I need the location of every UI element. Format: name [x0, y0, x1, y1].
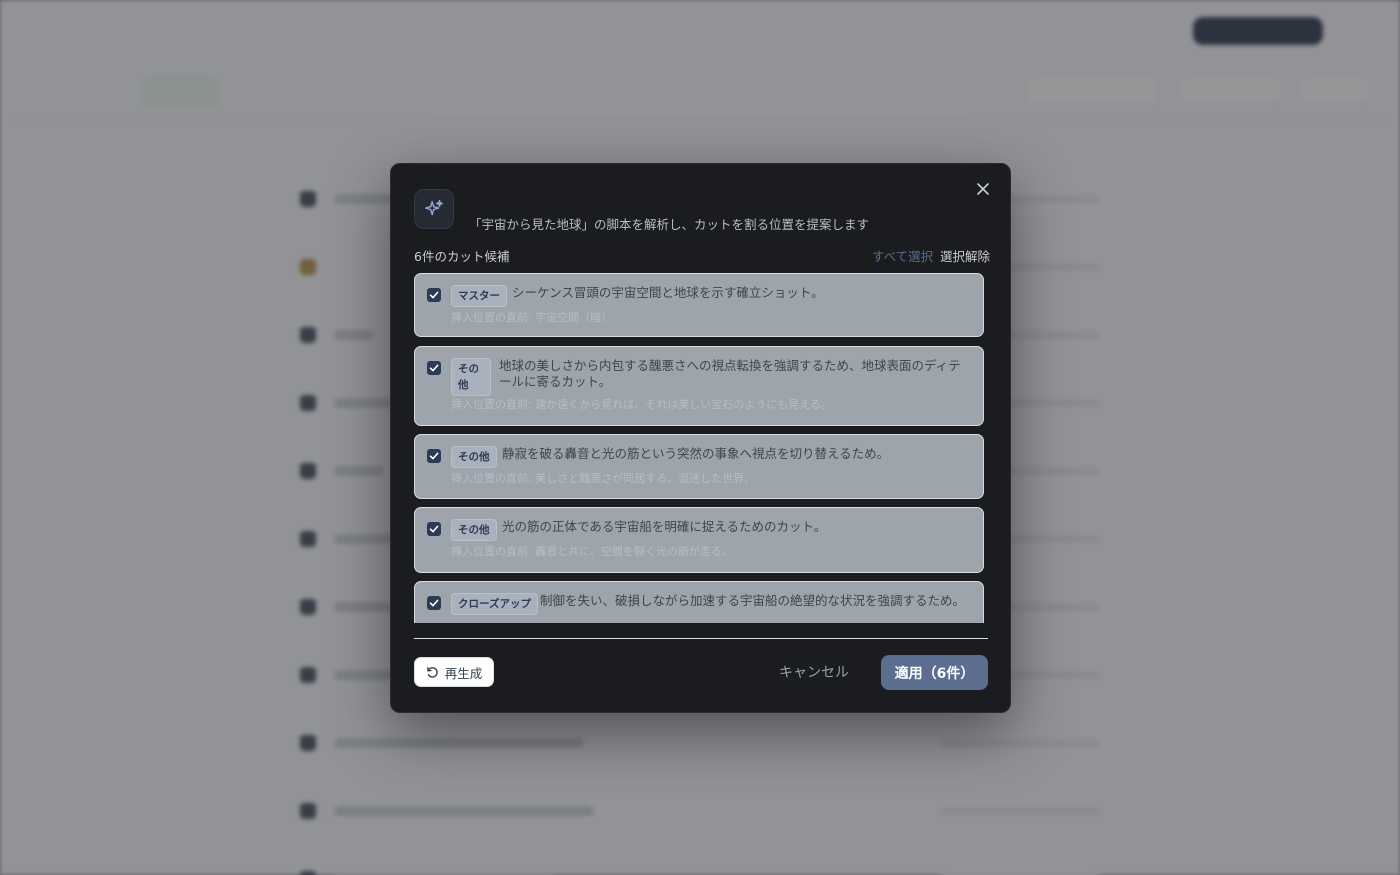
cut-type-tag: マスター — [451, 285, 507, 307]
cut-candidate-list[interactable]: マスター シーケンス冒頭の宇宙空間と地球を示す確立ショット。 挿入位置の直前: … — [414, 273, 988, 623]
candidate-checkbox[interactable] — [427, 288, 441, 302]
sparkles-icon — [414, 189, 454, 229]
cut-candidate-card[interactable]: その他 光の筋の正体である宇宙船を明確に捉えるためのカット。 挿入位置の直前: … — [414, 507, 984, 573]
select-all-link[interactable]: すべて選択 — [872, 246, 933, 265]
cut-reason: 静寂を破る轟音と光の筋という突然の事象へ視点を切り替えるため。 — [502, 446, 890, 461]
check-icon — [429, 452, 439, 460]
cut-reason: 制御を失い、破損しながら加速する宇宙船の絶望的な状況を強調するため。 — [540, 593, 966, 608]
deselect-all-link[interactable]: 選択解除 — [940, 246, 990, 265]
cut-type-tag: その他 — [451, 446, 497, 468]
insert-position: 挿入位置の直前: 遠か遠くから見れば、それは美しい宝石のようにも見える。 — [451, 398, 832, 411]
cut-suggestion-dialog: 「宇宙から見た地球」の脚本を解析し、カットを割る位置を提案します 6件のカット候… — [390, 163, 1011, 713]
check-icon — [429, 599, 439, 607]
cut-candidate-card[interactable]: マスター シーケンス冒頭の宇宙空間と地球を示す確立ショット。 挿入位置の直前: … — [414, 273, 984, 337]
close-button[interactable] — [972, 178, 994, 200]
insert-position: 挿入位置の直前: 美しさと醜悪さが同居する、混迷した世界。 — [451, 472, 756, 485]
candidate-checkbox[interactable] — [427, 522, 441, 536]
refresh-icon — [426, 666, 438, 678]
cut-type-tag: その他 — [451, 358, 491, 396]
cut-candidate-card[interactable]: クローズアップ 制御を失い、破損しながら加速する宇宙船の絶望的な状況を強調するた… — [414, 581, 984, 623]
candidate-checkbox[interactable] — [427, 361, 441, 375]
apply-button[interactable]: 適用（6件） — [881, 655, 988, 690]
check-icon — [429, 364, 439, 372]
insert-position: 挿入位置の直前: 宇宙空間（暗） — [451, 311, 613, 324]
cut-reason: シーケンス冒頭の宇宙空間と地球を示す確立ショット。 — [512, 285, 824, 300]
cut-reason: 地球の美しさから内包する醜悪さへの視点転換を強調するため、地球表面のディテールに… — [499, 358, 961, 389]
check-icon — [429, 525, 439, 533]
candidate-count: 6件のカット候補 — [414, 249, 510, 264]
cut-type-tag: クローズアップ — [451, 593, 538, 615]
candidate-checkbox[interactable] — [427, 596, 441, 610]
candidate-checkbox[interactable] — [427, 449, 441, 463]
insert-position: 挿入位置の直前: 轟音と共に、空間を裂く光の筋が走る。 — [451, 545, 733, 558]
cancel-button[interactable]: キャンセル — [779, 662, 849, 682]
regenerate-button[interactable]: 再生成 — [414, 657, 494, 687]
cut-candidate-card[interactable]: その他 地球の美しさから内包する醜悪さへの視点転換を強調するため、地球表面のディ… — [414, 346, 984, 426]
footer-divider — [414, 638, 988, 639]
close-icon — [977, 183, 989, 195]
cut-type-tag: その他 — [451, 519, 497, 541]
regenerate-label: 再生成 — [444, 665, 483, 681]
dialog-subtitle: 「宇宙から見た地球」の脚本を解析し、カットを割る位置を提案します — [469, 217, 870, 232]
cut-candidate-card[interactable]: その他 静寂を破る轟音と光の筋という突然の事象へ視点を切り替えるため。 挿入位置… — [414, 434, 984, 499]
cut-reason: 光の筋の正体である宇宙船を明確に捉えるためのカット。 — [502, 519, 827, 534]
check-icon — [429, 291, 439, 299]
